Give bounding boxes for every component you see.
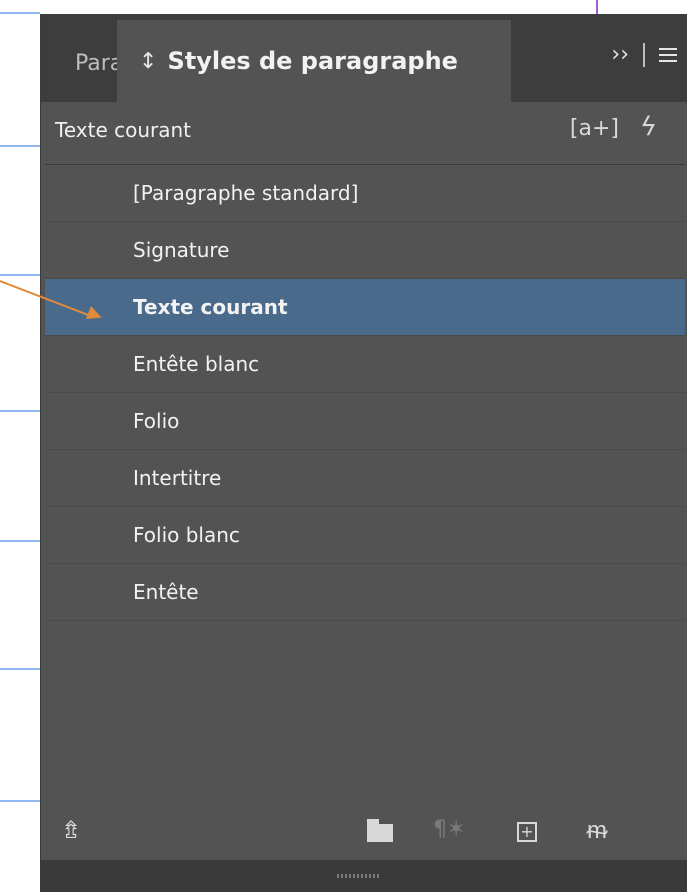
style-list-item[interactable]: Entête blanc <box>45 336 685 393</box>
tab-paragraph-styles[interactable]: ↕ Styles de paragraphe <box>117 20 511 102</box>
guide-line <box>0 800 40 802</box>
page-background <box>0 0 688 10</box>
panel-toolbar: ›› <box>611 42 677 67</box>
new-group-folder-icon[interactable] <box>367 819 393 842</box>
trash-icon[interactable]: ᵯ <box>587 818 607 842</box>
resize-grip[interactable] <box>337 874 381 878</box>
import-styles-icon[interactable]: ⇯ <box>61 818 81 842</box>
panel-menu-icon[interactable] <box>659 47 677 62</box>
style-list-item[interactable]: Signature <box>45 222 685 279</box>
panel-tab-bar: Paragraphe ↕ Styles de paragraphe ›› <box>41 14 687 102</box>
panel-footer: ⇯ ¶✶ + ᵯ <box>41 804 687 860</box>
guide-line <box>0 540 40 542</box>
panel-bottom-strip <box>41 860 687 892</box>
new-style-from-selection-icon[interactable]: [a+] <box>570 116 619 141</box>
toolbar-separator <box>643 42 645 67</box>
guide-line <box>0 410 40 412</box>
guide-line <box>0 145 40 147</box>
guide-line <box>0 274 40 276</box>
guide-line <box>0 668 40 670</box>
paragraph-styles-panel: Paragraphe ↕ Styles de paragraphe ›› Tex… <box>40 14 687 892</box>
new-style-icon[interactable]: + <box>517 822 537 842</box>
style-list-item[interactable]: Folio blanc <box>45 507 685 564</box>
sort-icon: ↕ <box>139 48 158 74</box>
style-list-item[interactable]: Intertitre <box>45 450 685 507</box>
page-margin-mark <box>596 0 598 14</box>
style-list-item[interactable]: Folio <box>45 393 685 450</box>
style-list-item[interactable]: Entête <box>45 564 685 621</box>
style-list-item[interactable]: [Paragraphe standard] <box>45 165 685 222</box>
quick-apply-icon[interactable]: ϟ <box>640 112 657 142</box>
guide-line <box>0 12 40 14</box>
tab-paragraphe[interactable]: Paragraphe <box>41 26 117 102</box>
tab-title: Styles de paragraphe <box>167 47 458 75</box>
clear-overrides-icon[interactable]: ¶✶ <box>433 818 465 842</box>
current-style-label: Texte courant <box>55 118 192 142</box>
style-list: [Paragraphe standard] Signature Texte cour… <box>45 164 685 805</box>
current-style-row: Texte courant [a+] ϟ <box>41 102 687 162</box>
expand-panels-icon[interactable]: ›› <box>611 42 629 67</box>
style-list-item[interactable]: Texte courant <box>45 279 685 336</box>
